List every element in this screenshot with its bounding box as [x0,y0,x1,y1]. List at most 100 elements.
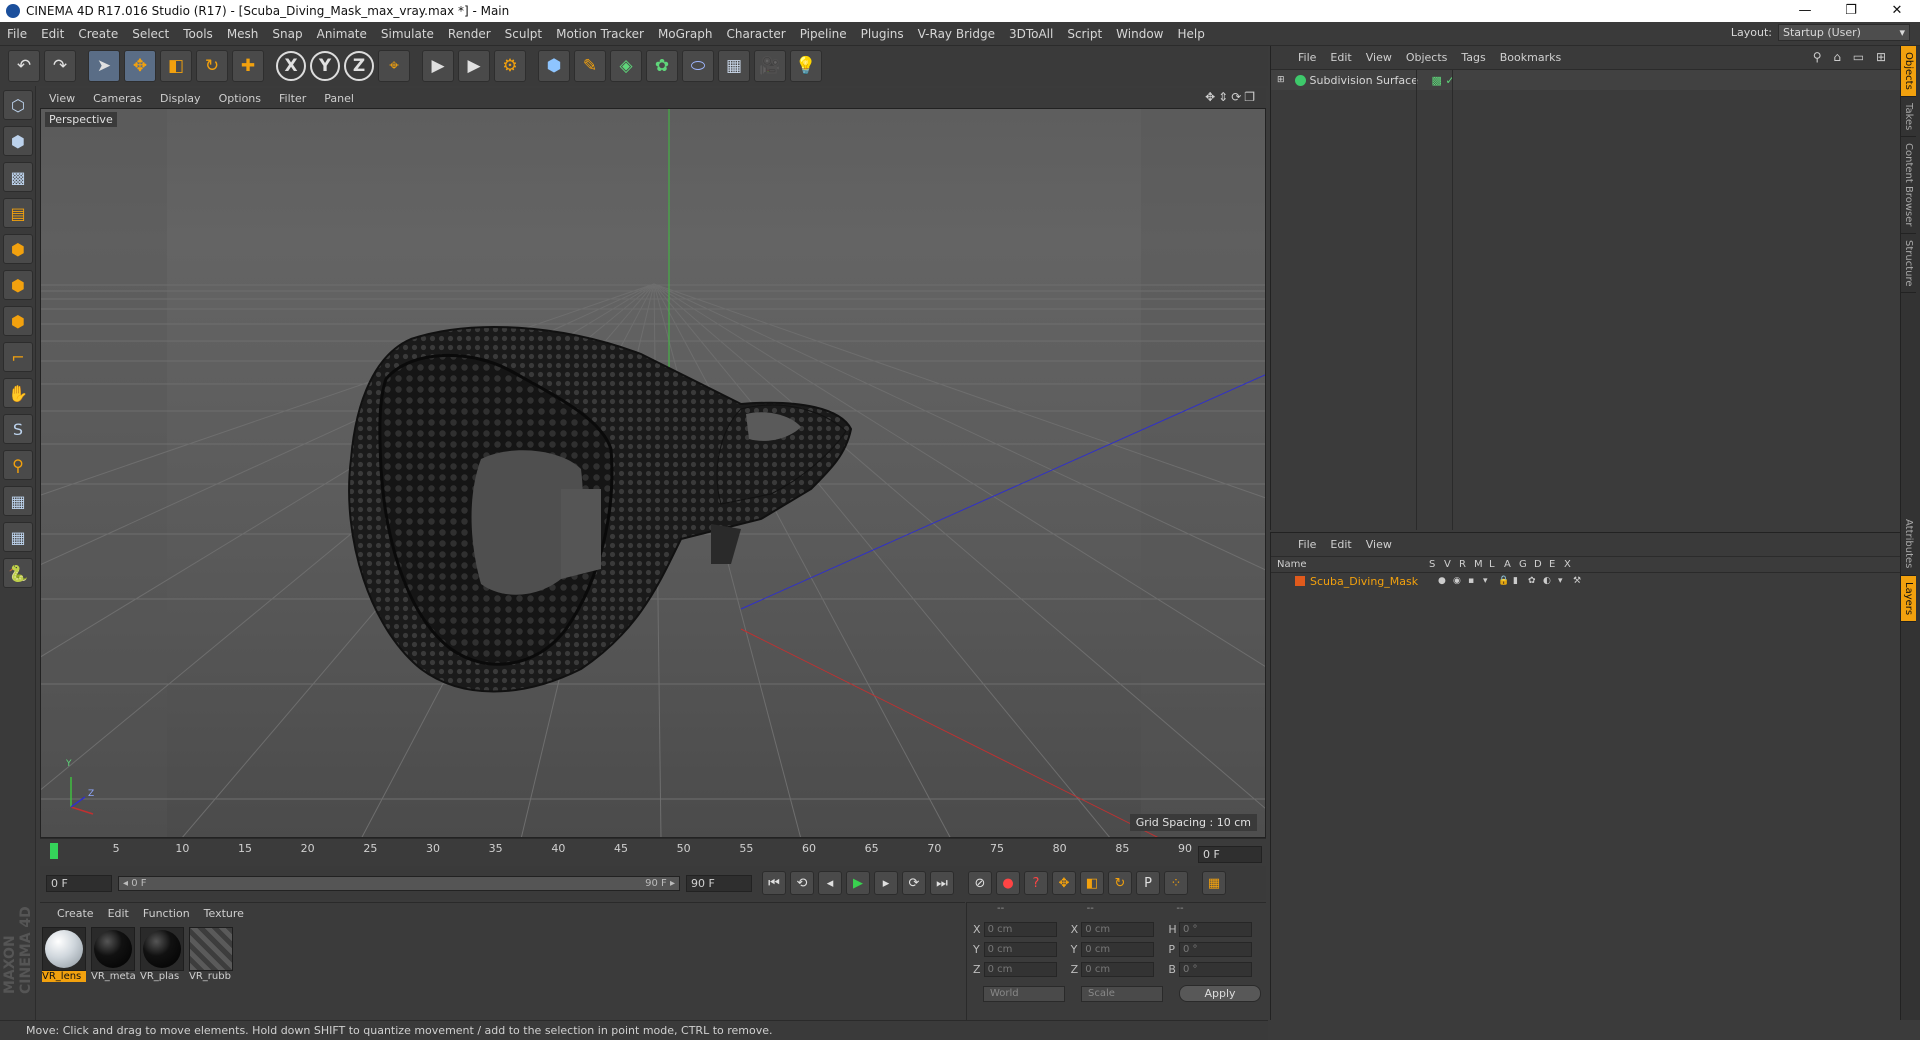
tab-structure[interactable]: Structure [1901,234,1916,294]
tab-takes[interactable]: Takes [1901,97,1916,138]
render-toggle-icon[interactable]: ▪ [1468,576,1483,586]
python-script-icon[interactable]: 🐍 [3,558,33,588]
menu-select[interactable]: Select [125,27,176,41]
record-active-button[interactable]: ● [996,871,1020,895]
position-x-field[interactable]: 0 cm [983,921,1057,937]
minimize-button[interactable]: — [1782,0,1828,22]
timeline-ruler[interactable]: 051015202530354045505560657075808590 0 F [40,838,1266,866]
key-pla-button[interactable]: ⁘ [1164,871,1188,895]
menu-window[interactable]: Window [1109,27,1170,41]
material-menu-edit[interactable]: Edit [101,907,136,920]
layers-menu-file[interactable]: File [1291,538,1323,551]
size-y-field[interactable]: 0 cm [1081,941,1155,957]
maximize-button[interactable]: ❐ [1828,0,1874,22]
lock-toggle-icon[interactable]: 🔒 [1498,576,1513,586]
material-vr-meta[interactable]: VR_meta [91,927,137,982]
material-menu-function[interactable]: Function [136,907,197,920]
floor-button[interactable]: ▦ [718,50,750,82]
menu-animate[interactable]: Animate [310,27,374,41]
menu-3dtoall[interactable]: 3DToAll [1002,27,1060,41]
perspective-viewport[interactable]: Y Z Perspective Grid Spacing : 10 cm [40,108,1266,838]
position-y-field[interactable]: 0 cm [983,941,1057,957]
edges-mode-icon[interactable]: ⬢ [3,270,33,300]
coordinate-system-button[interactable]: ⌖ [378,50,410,82]
current-frame-field[interactable]: 0 F [1198,846,1262,863]
expand-icon[interactable]: ⊞ [1277,75,1285,85]
xref-toggle-icon[interactable]: ⚒ [1573,576,1588,586]
previous-frame-button[interactable]: ◂ [818,871,842,895]
material-vr-plas[interactable]: VR_plas [140,927,186,982]
viewport-menu-filter[interactable]: Filter [270,92,315,105]
tweak-mode-icon[interactable]: ✋ [3,378,33,408]
menu-simulate[interactable]: Simulate [374,27,441,41]
menu-edit[interactable]: Edit [34,27,71,41]
snap-magnet-icon[interactable]: ⚲ [3,450,33,480]
start-frame-field[interactable]: 0 F [46,874,112,892]
menu-mesh[interactable]: Mesh [220,27,266,41]
make-editable-icon[interactable]: ⬡ [3,90,33,120]
frame-range-slider[interactable]: ◂ 0 F 90 F ▸ [118,875,680,891]
texture-mode-icon[interactable]: ▩ [3,162,33,192]
key-scale-button[interactable]: ◧ [1080,871,1104,895]
viewport-menu-display[interactable]: Display [151,92,210,105]
rotation-h-field[interactable]: 0 ° [1178,921,1253,937]
objects-menu-tags[interactable]: Tags [1454,51,1492,64]
model-mode-icon[interactable]: ⬢ [3,126,33,156]
animation-toggle-icon[interactable]: ▮ [1513,576,1528,586]
layers-menu-edit[interactable]: Edit [1323,538,1358,551]
position-z-field[interactable]: 0 cm [983,961,1057,977]
menu-motion-tracker[interactable]: Motion Tracker [549,27,651,41]
viewport-menu-panel[interactable]: Panel [315,92,363,105]
menu-snap[interactable]: Snap [265,27,309,41]
rotation-p-field[interactable]: 0 ° [1178,941,1253,957]
render-view-button[interactable]: ▶ [422,50,454,82]
coordinate-space-dropdown[interactable]: World [983,985,1065,1002]
cloner-button[interactable]: ✿ [646,50,678,82]
rotate-tool-button[interactable]: ↻ [196,50,228,82]
redo-button[interactable]: ↷ [44,50,76,82]
viewport-menu-cameras[interactable]: Cameras [84,92,151,105]
workplane-lock-icon[interactable]: ▦ [3,486,33,516]
record-keys-disabled-button[interactable]: ⊘ [968,871,992,895]
next-frame-button[interactable]: ▸ [874,871,898,895]
viewport-nav-icons[interactable]: ✥⇕⟳❐ [1205,90,1258,104]
go-to-start-button[interactable]: ⏮ [762,871,786,895]
layer-name[interactable]: Scuba_Diving_Mask [1310,575,1438,588]
menu-pipeline[interactable]: Pipeline [793,27,854,41]
size-x-field[interactable]: 0 cm [1081,921,1155,937]
previous-key-button[interactable]: ⟲ [790,871,814,895]
visible-toggle-icon[interactable]: ◉ [1453,576,1468,586]
menu-file[interactable]: File [0,27,34,41]
timeline-window-button[interactable]: ▦ [1202,871,1226,895]
generators-toggle-icon[interactable]: ✿ [1528,576,1543,586]
objects-menu-view[interactable]: View [1359,51,1399,64]
polygons-mode-icon[interactable]: ⬢ [3,306,33,336]
expressions-toggle-icon[interactable]: ▾ [1558,576,1573,586]
camera-button[interactable]: 🎥 [754,50,786,82]
workplane-mode-icon[interactable]: ▤ [3,198,33,228]
viewport-camera-label[interactable]: Perspective [45,112,117,127]
scuba-mask-model[interactable] [348,326,853,693]
material-menu-texture[interactable]: Texture [197,907,251,920]
object-row-subdivision-surface[interactable]: ⊞ Subdivision Surface ▩ ✓ [1271,70,1900,90]
axis-mode-icon[interactable]: ⌐ [3,342,33,372]
objects-menu-objects[interactable]: Objects [1399,51,1455,64]
layout-dropdown[interactable]: Startup (User) [1778,24,1910,41]
y-axis-lock-button[interactable]: Y [310,51,340,81]
object-manager-tool-icons[interactable]: ⚲ ⌂ ▭ ⊞ [1813,50,1890,64]
close-button[interactable]: ✕ [1874,0,1920,22]
light-button[interactable]: 💡 [790,50,822,82]
menu-create[interactable]: Create [71,27,125,41]
tab-objects[interactable]: Objects [1901,46,1916,97]
objects-menu-bookmarks[interactable]: Bookmarks [1493,51,1568,64]
end-frame-field[interactable]: 90 F [686,874,752,892]
menu-script[interactable]: Script [1060,27,1109,41]
live-selection-button[interactable]: ✚ [232,50,264,82]
layer-color-swatch[interactable] [1295,576,1305,586]
solo-toggle-icon[interactable]: ● [1438,576,1453,586]
next-key-button[interactable]: ⟳ [902,871,926,895]
menu-sculpt[interactable]: Sculpt [498,27,549,41]
tab-attributes[interactable]: Attributes [1901,513,1916,576]
solo-mode-icon[interactable]: S [3,414,33,444]
x-axis-lock-button[interactable]: X [276,51,306,81]
